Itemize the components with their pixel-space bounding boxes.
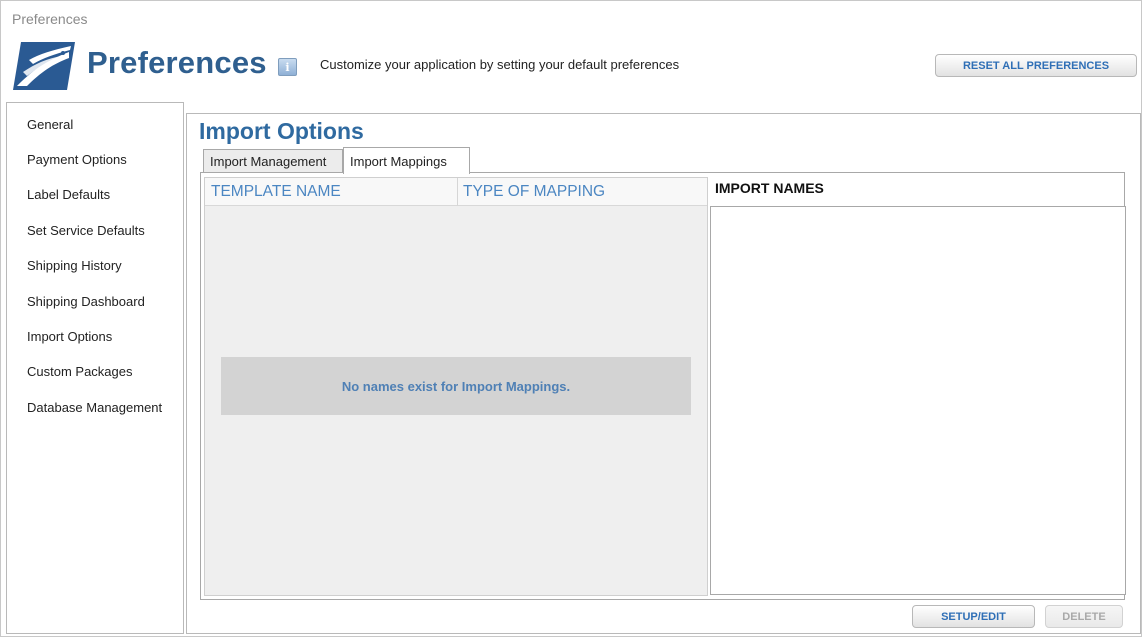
column-header-template-name[interactable]: TEMPLATE NAME — [205, 178, 457, 206]
column-header-type-of-mapping[interactable]: TYPE OF MAPPING — [457, 178, 707, 206]
page-title: Preferences — [87, 45, 267, 80]
empty-grid-message: No names exist for Import Mappings. — [221, 357, 691, 415]
tab-import-management[interactable]: Import Management — [203, 149, 343, 173]
sidebar-item-set-service-defaults[interactable]: Set Service Defaults — [27, 223, 145, 238]
sidebar-item-shipping-dashboard[interactable]: Shipping Dashboard — [27, 294, 145, 309]
sidebar-item-import-options[interactable]: Import Options — [27, 329, 112, 344]
sidebar-item-shipping-history[interactable]: Shipping History — [27, 258, 122, 273]
reset-all-preferences-button[interactable]: RESET ALL PREFERENCES — [935, 54, 1137, 77]
page-subtitle: Customize your application by setting yo… — [320, 57, 680, 72]
eagle-logo-icon — [13, 42, 75, 90]
sidebar-item-custom-packages[interactable]: Custom Packages — [27, 364, 133, 379]
delete-button[interactable]: DELETE — [1045, 605, 1123, 628]
sidebar-item-database-management[interactable]: Database Management — [27, 400, 162, 415]
section-title: Import Options — [199, 118, 364, 144]
sidebar-item-label-defaults[interactable]: Label Defaults — [27, 187, 110, 202]
import-mappings-grid[interactable]: TEMPLATE NAME TYPE OF MAPPING No names e… — [204, 177, 708, 596]
main-panel: Import Options Import Management Import … — [186, 113, 1141, 634]
grid-header: TEMPLATE NAME TYPE OF MAPPING — [205, 178, 707, 206]
setup-edit-button[interactable]: SETUP/EDIT — [912, 605, 1035, 628]
tab-panel-import-mappings: TEMPLATE NAME TYPE OF MAPPING No names e… — [200, 172, 1126, 600]
preferences-window: Preferences Preferences i Customize your… — [0, 0, 1142, 637]
import-names-list[interactable] — [710, 206, 1126, 595]
tab-import-mappings[interactable]: Import Mappings — [343, 147, 470, 174]
sidebar: General Payment Options Label Defaults S… — [6, 102, 184, 634]
sidebar-item-payment-options[interactable]: Payment Options — [27, 152, 127, 167]
sidebar-item-general[interactable]: General — [27, 117, 73, 132]
info-icon[interactable]: i — [278, 58, 297, 76]
import-names-title: IMPORT NAMES — [715, 180, 824, 196]
window-title: Preferences — [12, 11, 88, 27]
